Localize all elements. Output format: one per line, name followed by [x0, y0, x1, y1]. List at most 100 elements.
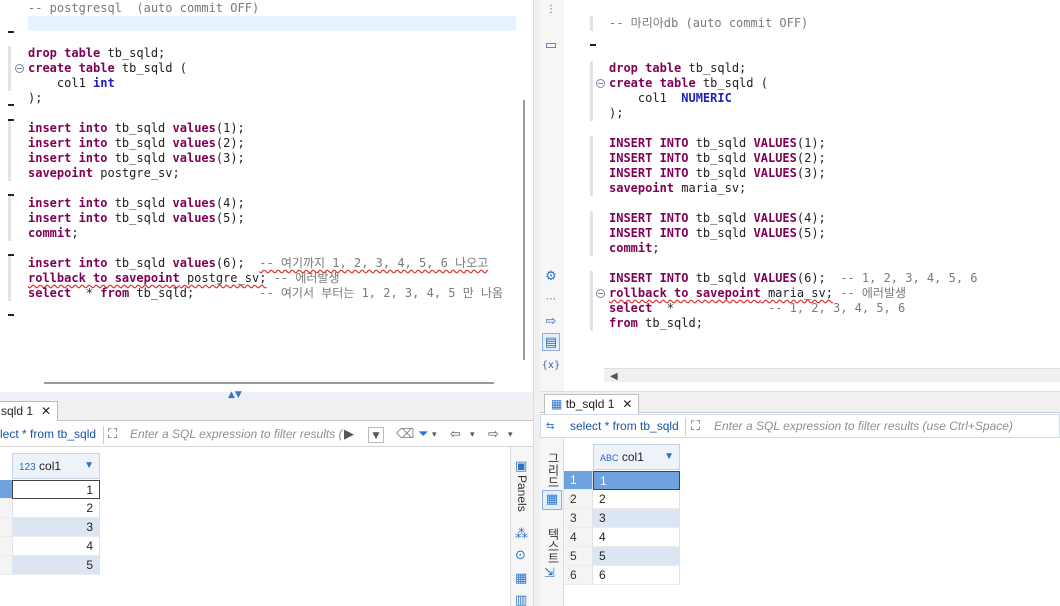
table-icon[interactable]: ▦	[515, 571, 527, 587]
code-line[interactable]: drop table tb_sqld;	[28, 46, 165, 61]
terminal-icon[interactable]: ▭	[542, 36, 560, 54]
code-line[interactable]: col1 int	[28, 76, 115, 91]
run-filter-icon[interactable]: ▶	[344, 427, 354, 443]
chevron-down-icon[interactable]: ▾	[508, 427, 513, 443]
row-number[interactable]: 6	[564, 566, 593, 585]
right-results-grid[interactable]: ABC col1 ▼ 112233445566	[564, 438, 1060, 606]
table-cell[interactable]: 3	[12, 518, 100, 537]
table-cell[interactable]: 4	[12, 537, 100, 556]
fold-collapse-icon[interactable]: −	[15, 64, 24, 73]
table-cell[interactable]: 1	[12, 480, 100, 499]
column-header-col1[interactable]: ABC col1 ▼	[593, 444, 680, 470]
table-cell[interactable]: 2	[593, 490, 680, 509]
gear-icon[interactable]: ⚙	[542, 267, 560, 285]
text-view-label[interactable]: 텍스트	[545, 528, 562, 564]
grid-view-icon[interactable]: ▦	[542, 490, 562, 510]
code-line[interactable]: savepoint maria_sv;	[609, 181, 746, 196]
more-icon[interactable]: ⋯	[542, 290, 560, 308]
code-line[interactable]: );	[609, 106, 623, 121]
close-icon[interactable]: ✕	[622, 397, 632, 411]
close-icon[interactable]: ✕	[41, 404, 51, 418]
code-line[interactable]: INSERT INTO tb_sqld VALUES(5);	[609, 226, 826, 241]
expand-icon[interactable]: ⛶	[691, 419, 700, 435]
code-line[interactable]: create table tb_sqld (	[609, 76, 768, 91]
chevron-down-icon[interactable]: ▾	[470, 427, 475, 443]
fold-collapse-icon[interactable]: −	[596, 79, 605, 88]
table-cell[interactable]: 6	[593, 566, 680, 585]
code-line[interactable]: -- 마리아db (auto commit OFF)	[609, 16, 808, 31]
editor-splitter[interactable]	[533, 0, 540, 606]
row-number[interactable]: 1	[564, 471, 593, 490]
code-line[interactable]: commit;	[28, 226, 79, 241]
chevron-down-icon[interactable]: ▾	[432, 427, 437, 443]
query-text[interactable]: lect * from tb_sqld	[0, 427, 96, 441]
export-icon[interactable]: ⇨	[542, 312, 560, 330]
table-cell[interactable]: 2	[12, 499, 100, 518]
code-line[interactable]: rollback to savepoint maria_sv; -- 에러발생	[609, 286, 906, 301]
chevron-down-icon[interactable]: ▼	[368, 427, 384, 443]
eraser-icon[interactable]: ⌫	[396, 427, 414, 443]
grid-view-label[interactable]: 그리드	[545, 452, 562, 488]
panels-label[interactable]: Panels	[515, 475, 529, 512]
code-line[interactable]: select * -- 1, 2, 3, 4, 5, 6	[609, 301, 905, 316]
code-line[interactable]: INSERT INTO tb_sqld VALUES(6); -- 1, 2, …	[609, 271, 978, 286]
filter-icon[interactable]: ⏷	[418, 427, 428, 443]
table-cell[interactable]: 5	[593, 547, 680, 566]
query-text[interactable]: select * from tb_sqld	[570, 419, 679, 433]
chart-icon[interactable]: ▥	[515, 593, 527, 606]
code-line[interactable]: INSERT INTO tb_sqld VALUES(4);	[609, 211, 826, 226]
horizontal-scrollbar[interactable]	[44, 382, 494, 384]
variables-icon[interactable]: {x}	[542, 356, 561, 374]
table-cell[interactable]: 1	[593, 471, 680, 490]
expand-icon[interactable]: ⛶	[108, 427, 117, 443]
table-cell[interactable]: 5	[12, 556, 100, 575]
code-line[interactable]: INSERT INTO tb_sqld VALUES(2);	[609, 151, 826, 166]
back-icon[interactable]: ⇦	[450, 427, 461, 443]
code-line[interactable]: INSERT INTO tb_sqld VALUES(3);	[609, 166, 826, 181]
results-splitter[interactable]: ▲▼	[0, 390, 533, 400]
panels-icon[interactable]: ▣	[515, 459, 527, 475]
code-line[interactable]: insert into tb_sqld values(1);	[28, 121, 245, 136]
fold-collapse-icon[interactable]: −	[596, 289, 605, 298]
sort-icon[interactable]: ▼	[84, 454, 94, 478]
column-header-col1[interactable]: 123 col1 ▼	[12, 453, 100, 479]
row-number[interactable]: 4	[564, 528, 593, 547]
code-line[interactable]: insert into tb_sqld values(2);	[28, 136, 245, 151]
row-number[interactable]: 2	[564, 490, 593, 509]
document-icon[interactable]: ▤	[542, 333, 560, 351]
code-line[interactable]: INSERT INTO tb_sqld VALUES(1);	[609, 136, 826, 151]
scroll-left-icon[interactable]: ◀	[610, 369, 618, 385]
row-number[interactable]: 3	[564, 509, 593, 528]
code-line[interactable]: insert into tb_sqld values(3);	[28, 151, 245, 166]
table-cell[interactable]: 4	[593, 528, 680, 547]
vertical-scrollbar[interactable]	[523, 100, 525, 360]
tab-results-sqld[interactable]: sqld 1 ✕	[0, 401, 59, 421]
code-line[interactable]: insert into tb_sqld values(4);	[28, 196, 245, 211]
tab-results-tb-sqld[interactable]: ▦ tb_sqld 1 ✕	[544, 394, 640, 414]
horizontal-scrollbar[interactable]: ◀	[604, 368, 1060, 382]
code-line[interactable]: commit;	[609, 241, 660, 256]
code-line[interactable]: drop table tb_sqld;	[609, 61, 746, 76]
row-number[interactable]: 5	[564, 547, 593, 566]
code-line[interactable]: from tb_sqld;	[609, 316, 703, 331]
code-line[interactable]: create table tb_sqld (	[28, 61, 187, 76]
sort-icon[interactable]: ▼	[664, 445, 674, 469]
mariadb-sql-editor[interactable]: − − -- 마리아db (auto commit OFF) drop table…	[564, 0, 1060, 368]
code-line[interactable]: insert into tb_sqld values(6); -- 여기까지 1…	[28, 256, 488, 271]
forward-icon[interactable]: ⇨	[488, 427, 499, 443]
code-line[interactable]: insert into tb_sqld values(5);	[28, 211, 245, 226]
left-results-grid[interactable]: 123 col1 ▼ 12345	[0, 447, 510, 606]
table-cell[interactable]: 3	[593, 509, 680, 528]
grid-settings-icon[interactable]: ⁂	[515, 527, 528, 543]
filter-input[interactable]: Enter a SQL expression to filter results…	[714, 419, 1013, 433]
code-line[interactable]: rollback to savepoint postgre_sv; -- 에러발…	[28, 271, 340, 286]
code-line[interactable]: savepoint postgre_sv;	[28, 166, 180, 181]
filter-input[interactable]: Enter a SQL expression to filter results…	[130, 427, 343, 441]
postgres-sql-editor[interactable]: − -- postgresql (auto commit OFF) drop ta…	[0, 0, 533, 392]
text-view-icon[interactable]: ⇲	[544, 566, 555, 582]
code-line[interactable]: col1 NUMERIC	[609, 91, 732, 106]
code-line[interactable]: );	[28, 91, 42, 106]
code-line[interactable]: select * from tb_sqld; -- 여기서 부터는 1, 2, …	[28, 286, 503, 301]
code-line[interactable]: -- postgresql (auto commit OFF)	[28, 1, 259, 16]
refresh-icon[interactable]: ⊙	[515, 548, 526, 564]
